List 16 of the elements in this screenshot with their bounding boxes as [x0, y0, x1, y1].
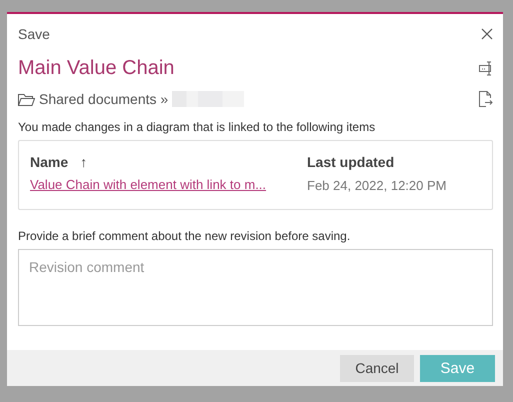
dialog-title: Save: [18, 26, 50, 42]
column-header[interactable]: Name ↑: [30, 151, 307, 173]
diagram-name: Main Value Chain: [18, 56, 174, 80]
export-icon[interactable]: [479, 91, 493, 107]
comment-field[interactable]: Revision comment: [18, 249, 493, 326]
rename-icon[interactable]: [479, 60, 493, 76]
table-cell-text: Feb 24, 2022, 12:20 PM: [307, 178, 448, 192]
folder-icon: [18, 92, 35, 106]
close-icon[interactable]: [481, 28, 493, 40]
comment-label: Provide a brief comment about the new revision before saving.: [18, 229, 352, 243]
item-link[interactable]: Value Chain with element with link to m...: [30, 173, 307, 197]
linked-items-message: You made changes in a diagram that is linked to the following items: [18, 120, 376, 134]
cancel-button[interactable]: Cancel: [340, 354, 414, 382]
column-header[interactable]: Last updated: [307, 151, 482, 173]
folder-path[interactable]: Shared documents »: [39, 91, 168, 107]
sort-icon[interactable]: ↑: [80, 154, 88, 170]
